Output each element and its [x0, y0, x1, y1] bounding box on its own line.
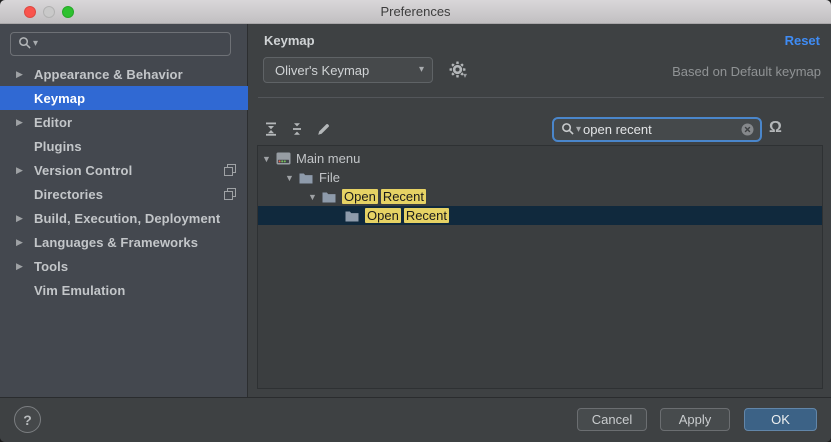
traffic-lights — [24, 6, 74, 18]
pencil-icon — [316, 122, 331, 137]
help-button[interactable]: ? — [14, 406, 41, 433]
sidebar-item-plugins[interactable]: Plugins — [0, 134, 248, 158]
folder-icon — [322, 191, 338, 203]
expand-all-button[interactable] — [262, 120, 280, 138]
close-window-button[interactable] — [24, 6, 36, 18]
search-icon — [561, 122, 574, 138]
sidebar-item-appearance-behavior[interactable]: ▶Appearance & Behavior — [0, 62, 248, 86]
sidebar-search-field[interactable]: ▾ — [10, 32, 231, 56]
ok-button[interactable]: OK — [744, 408, 817, 431]
window-title: Preferences — [380, 4, 450, 19]
page-title: Keymap — [264, 33, 315, 48]
sidebar-item-tools[interactable]: ▶Tools — [0, 254, 248, 278]
tree-row-open-recent[interactable]: OpenRecent — [258, 206, 822, 225]
sidebar-item-editor[interactable]: ▶Editor — [0, 110, 248, 134]
reset-link[interactable]: Reset — [785, 33, 820, 48]
apply-button[interactable]: Apply — [660, 408, 730, 431]
minimize-window-button[interactable] — [43, 6, 55, 18]
sidebar-item-build-execution-deployment[interactable]: ▶Build, Execution, Deployment — [0, 206, 248, 230]
sidebar-item-keymap[interactable]: Keymap — [0, 86, 248, 110]
gear-caret-icon: ▾ — [463, 71, 467, 80]
search-match-highlight: Recent — [381, 189, 426, 204]
header-separator — [258, 97, 824, 98]
folder-icon — [299, 172, 315, 184]
tree-row-file[interactable]: ▼ File — [258, 168, 822, 187]
sidebar-item-label: Version Control — [34, 163, 224, 178]
chevron-down-icon[interactable]: ▼ — [308, 192, 322, 202]
keymap-search-input[interactable] — [583, 122, 738, 137]
tree-row-label: Main menu — [296, 151, 360, 166]
chevron-right-icon[interactable]: ▶ — [16, 165, 34, 176]
keymap-actions-button[interactable]: ▾ — [449, 61, 473, 81]
titlebar[interactable]: Preferences — [0, 0, 831, 24]
sidebar-search-input[interactable] — [40, 34, 230, 54]
sidebar-item-label: Plugins — [34, 139, 248, 154]
settings-sidebar: ▾ ▶Appearance & BehaviorKeymap▶EditorPlu… — [0, 24, 248, 397]
sidebar-item-label: Languages & Frameworks — [34, 235, 248, 250]
expand-all-icon — [263, 121, 279, 137]
per-project-settings-icon — [224, 164, 236, 176]
sidebar-item-version-control[interactable]: ▶Version Control — [0, 158, 248, 182]
search-icon — [18, 36, 31, 52]
clear-search-icon[interactable] — [740, 122, 755, 137]
search-match-highlight: Open — [365, 208, 401, 223]
search-match-highlight: Recent — [404, 208, 449, 223]
per-project-settings-icon — [224, 188, 236, 200]
keymap-dropdown-value: Oliver's Keymap — [275, 63, 419, 78]
keymap-settings-panel: Keymap Reset Oliver's Keymap ▾ ▾ Based o… — [249, 24, 831, 397]
sidebar-item-languages-frameworks[interactable]: ▶Languages & Frameworks — [0, 230, 248, 254]
keymap-search-field[interactable]: ▾ — [552, 117, 762, 142]
folder-icon — [345, 210, 361, 222]
chevron-right-icon[interactable]: ▶ — [16, 213, 34, 224]
tree-row-label: File — [319, 170, 340, 185]
main-menu-icon — [276, 152, 292, 165]
chevron-right-icon[interactable]: ▶ — [16, 261, 34, 272]
find-actions-by-shortcut-icon[interactable]: Ω — [769, 119, 782, 137]
chevron-right-icon[interactable]: ▶ — [16, 69, 34, 80]
sidebar-item-vim-emulation[interactable]: Vim Emulation — [0, 278, 248, 302]
sidebar-item-label: Keymap — [34, 91, 248, 106]
sidebar-item-label: Vim Emulation — [34, 283, 248, 298]
based-on-label: Based on Default keymap — [672, 64, 821, 79]
zoom-window-button[interactable] — [62, 6, 74, 18]
sidebar-item-label: Appearance & Behavior — [34, 67, 248, 82]
dialog-footer: ? Cancel Apply OK — [0, 397, 831, 442]
keymap-dropdown[interactable]: Oliver's Keymap ▾ — [263, 57, 433, 83]
chevron-down-icon[interactable]: ▼ — [285, 173, 299, 183]
edit-shortcut-button[interactable] — [314, 120, 332, 138]
chevron-down-icon: ▾ — [419, 65, 424, 75]
search-options-caret-icon[interactable]: ▾ — [33, 39, 38, 49]
cancel-button[interactable]: Cancel — [577, 408, 647, 431]
collapse-all-button[interactable] — [288, 120, 306, 138]
sidebar-item-label: Tools — [34, 259, 248, 274]
keymap-tree: ▼Main menu▼File▼OpenRecentOpenRecent — [257, 145, 823, 389]
sidebar-item-label: Directories — [34, 187, 224, 202]
sidebar-item-label: Editor — [34, 115, 248, 130]
sidebar-item-directories[interactable]: Directories — [0, 182, 248, 206]
chevron-down-icon[interactable]: ▼ — [262, 154, 276, 164]
tree-row-open-recent[interactable]: ▼ OpenRecent — [258, 187, 822, 206]
chevron-right-icon[interactable]: ▶ — [16, 237, 34, 248]
tree-row-main-menu[interactable]: ▼ Main menu — [258, 149, 822, 168]
sidebar-item-label: Build, Execution, Deployment — [34, 211, 248, 226]
sidebar-item-list: ▶Appearance & BehaviorKeymap▶EditorPlugi… — [0, 62, 248, 302]
search-match-highlight: Open — [342, 189, 378, 204]
collapse-all-icon — [289, 121, 305, 137]
chevron-right-icon[interactable]: ▶ — [16, 117, 34, 128]
preferences-window: Preferences ▾ ▶Appearance & BehaviorKeym… — [0, 0, 831, 442]
search-options-caret-icon[interactable]: ▾ — [576, 125, 581, 135]
